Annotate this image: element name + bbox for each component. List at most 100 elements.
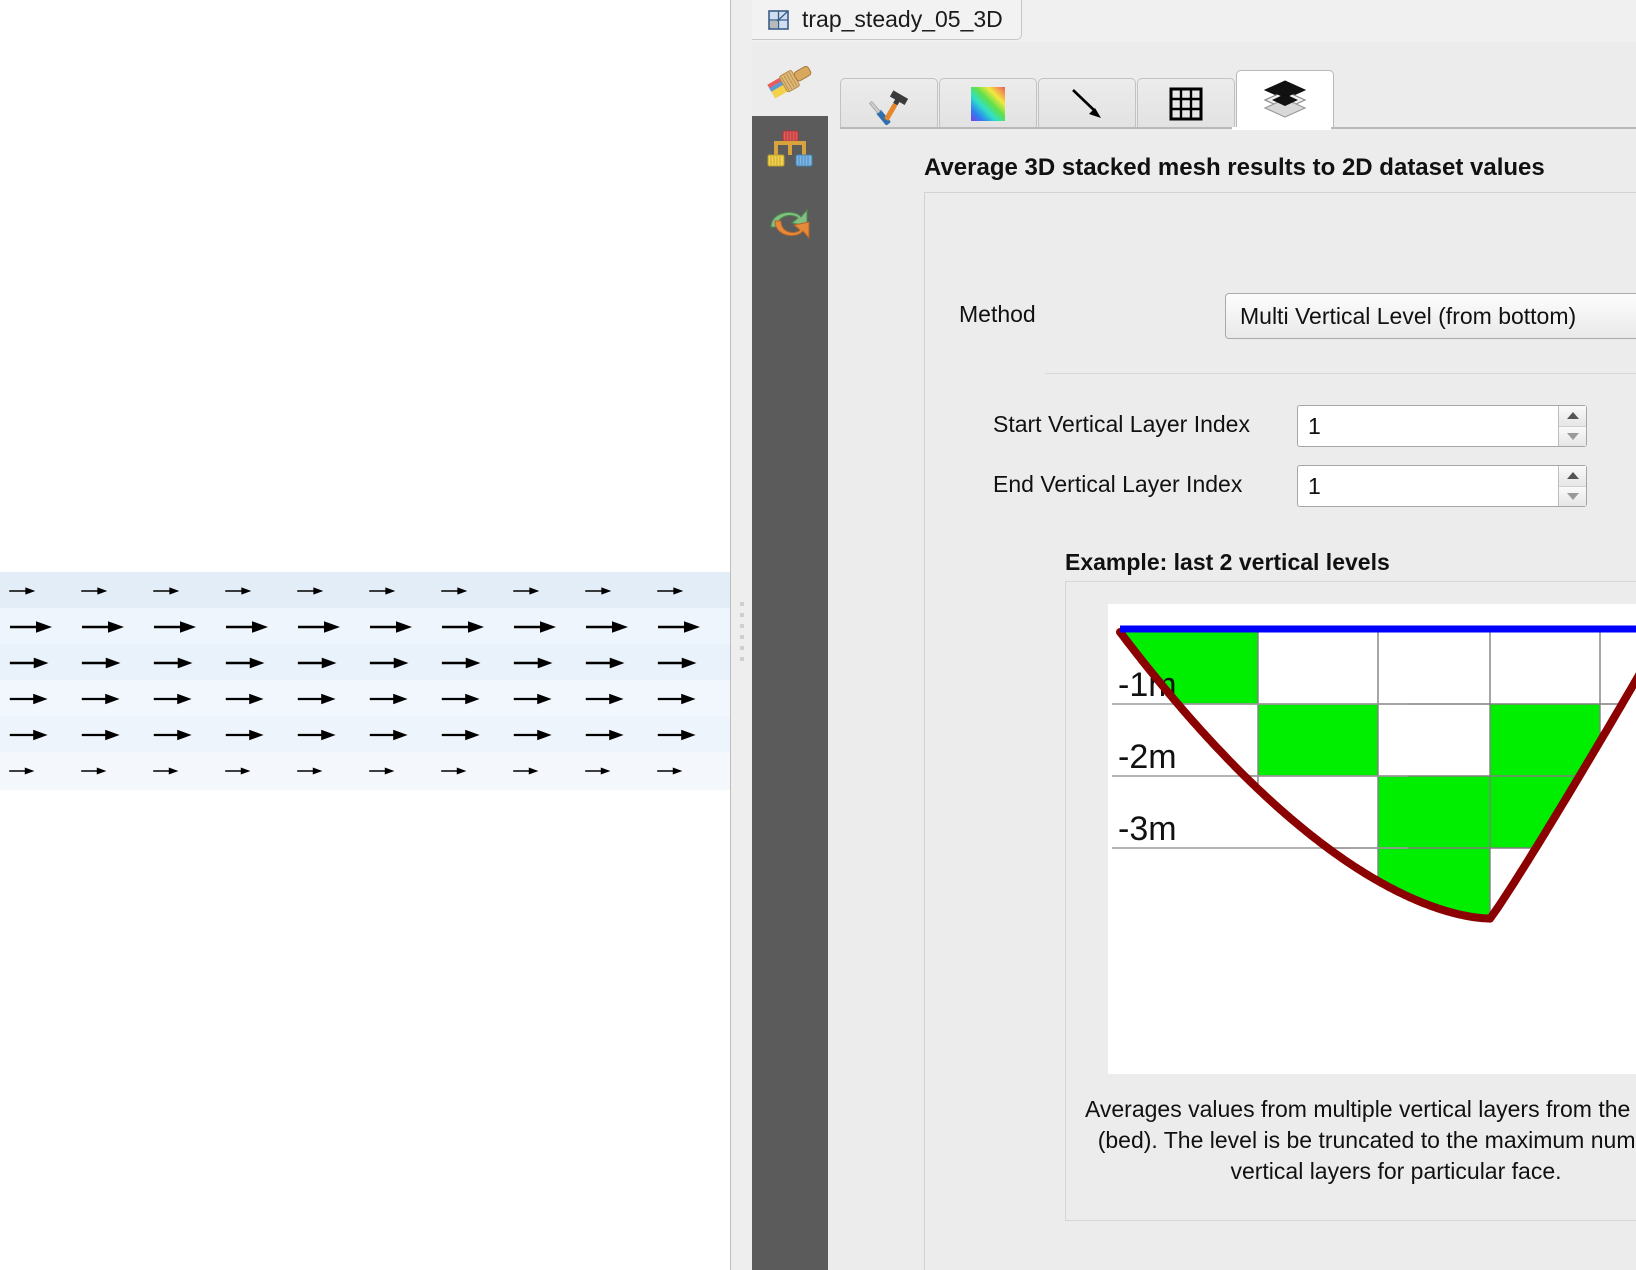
tab-colormap[interactable] [939,78,1037,128]
start-layer-decrement-button[interactable] [1559,427,1586,447]
vector-arrow [440,761,468,781]
vector-arrow [152,689,193,709]
vector-row [0,716,730,754]
vector-arrow [8,653,50,673]
end-layer-label: End Vertical Layer Index [993,471,1242,498]
layer-title-tab[interactable]: trap_steady_05_3D [752,0,1022,40]
vector-arrow [80,689,121,709]
brush-tool-button[interactable] [762,54,818,110]
vector-arrow [512,725,553,745]
end-layer-spin-buttons [1558,466,1586,506]
vector-arrow [224,653,266,673]
end-layer-increment-button[interactable] [1559,466,1586,487]
start-layer-value: 1 [1298,413,1321,440]
app-root: trap_steady_05_3D [0,0,1636,1270]
vector-arrow [440,617,486,637]
vector-arrow [584,653,626,673]
example-description: Averages values from multiple vertical l… [1078,1094,1636,1187]
multi-brush-icon [765,127,815,177]
vector-row [0,644,730,682]
caret-down-icon [1567,493,1579,500]
tab-mesh-grid[interactable] [1137,78,1235,128]
vector-arrow [296,689,337,709]
vector-arrow [80,617,126,637]
undo-redo-tool-button[interactable] [762,194,818,250]
vector-arrow [224,761,252,781]
vector-arrow [368,725,409,745]
tab-vector[interactable] [1038,78,1136,128]
start-layer-spinbox[interactable]: 1 [1297,405,1587,447]
vector-arrow [152,581,181,601]
vector-arrow [368,617,414,637]
stacked-layers-icon [1260,77,1310,123]
vector-field-view[interactable] [0,0,730,1270]
arrow-diagonal-icon [1065,84,1109,124]
depth-tick-label: -2m [1118,738,1177,776]
vector-arrow [8,761,36,781]
vector-arrow [80,653,122,673]
vector-arrow [368,653,410,673]
vector-arrow [584,761,612,781]
vector-arrow [440,689,481,709]
method-combobox-value: Multi Vertical Level (from bottom) [1226,303,1576,330]
caret-up-icon [1567,472,1579,479]
selected-mesh-cell [1258,704,1378,776]
vector-row [0,608,730,646]
start-layer-increment-button[interactable] [1559,406,1586,427]
vector-arrow [584,725,625,745]
depth-tick-label: -3m [1118,810,1177,848]
vector-arrow [656,761,684,781]
vector-arrow [296,581,325,601]
vector-arrow [440,653,482,673]
panel-splitter[interactable] [730,0,753,1270]
vector-arrow [512,761,540,781]
splitter-grip[interactable] [740,602,744,668]
vector-arrow [296,761,324,781]
example-frame: -1m-2m-3m Averages values from multiple … [1065,581,1636,1221]
vector-arrow [296,653,338,673]
vector-row [0,572,730,610]
vector-arrow [656,689,697,709]
vector-arrow [584,617,630,637]
vector-arrow [656,725,697,745]
vector-arrow [224,617,270,637]
brush-icon [765,59,815,105]
tab-stacked-mesh[interactable] [1236,70,1334,128]
vector-row [0,680,730,718]
vector-arrow [656,653,698,673]
vector-arrow [512,653,554,673]
vector-arrow [368,761,396,781]
tab-tools[interactable] [840,78,938,128]
vector-arrow [440,581,469,601]
vector-row [0,752,730,790]
end-layer-decrement-button[interactable] [1559,487,1586,507]
properties-dock: trap_steady_05_3D [752,0,1636,1270]
end-layer-spinbox[interactable]: 1 [1297,465,1587,507]
selected-mesh-cell [1378,776,1490,848]
multi-brush-tool-button[interactable] [762,124,818,180]
vector-arrow [584,689,625,709]
start-layer-label: Start Vertical Layer Index [993,411,1250,438]
vector-arrow [152,617,198,637]
dock-titlebar: trap_steady_05_3D [752,0,1636,42]
vector-arrow [80,725,121,745]
vector-arrow [152,761,180,781]
section-heading: Average 3D stacked mesh results to 2D da… [924,154,1545,182]
example-diagram: -1m-2m-3m [1108,604,1636,1074]
tool-strip [752,48,828,1270]
end-layer-value: 1 [1298,473,1321,500]
vector-arrow [224,581,253,601]
vector-field-layer [0,572,730,782]
rainbow-gradient-icon [968,84,1008,124]
start-layer-spin-buttons [1558,406,1586,446]
vector-arrow [8,725,49,745]
tool-strip-background [752,116,828,1270]
tab-bar [840,70,1335,128]
stacked-mesh-settings-panel: Average 3D stacked mesh results to 2D da… [840,130,1636,1270]
vector-arrow [440,725,481,745]
caret-down-icon [1567,433,1579,440]
mesh-layer-icon [766,7,792,33]
hammer-screwdriver-icon [866,83,912,125]
method-combobox[interactable]: Multi Vertical Level (from bottom) [1225,293,1636,339]
vector-arrow [656,581,685,601]
